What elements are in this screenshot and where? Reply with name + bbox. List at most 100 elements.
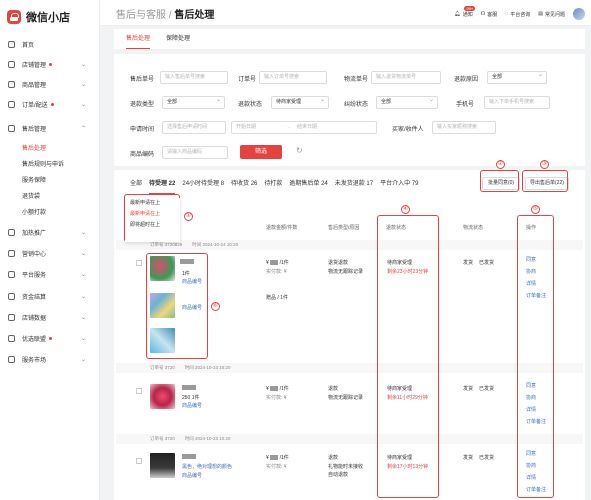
status-tab-unshipped[interactable]: 未发货退款 17	[335, 170, 373, 198]
chevron-down-icon: ⌄	[80, 229, 86, 236]
aftersale-no-input[interactable]: 输入售后单号搜索	[160, 71, 228, 84]
row-checkbox[interactable]	[136, 388, 142, 394]
sidebar-item-goods[interactable]: 商品管理 ⌄	[0, 76, 100, 92]
reason-select[interactable]: 全部	[487, 70, 547, 84]
sidebar-item-aftersale[interactable]: 售后管理 ⌃	[0, 120, 100, 136]
detail-link[interactable]: 详情	[526, 472, 546, 484]
sidebar-sub-aftersale-process[interactable]: 售后处理	[22, 143, 46, 152]
product-image[interactable]	[150, 453, 175, 478]
sidebar-item-promo[interactable]: 加热推广 ⌄	[0, 224, 100, 240]
product-name	[182, 454, 196, 460]
service-button[interactable]: ☊ 客服	[481, 11, 497, 18]
product-code-link[interactable]: 商品编号	[182, 278, 202, 285]
phone-input[interactable]: 输入下单手机号搜索	[484, 96, 550, 109]
union-icon	[8, 334, 15, 342]
gift-code-link[interactable]: 商品编号	[182, 304, 202, 311]
avatar[interactable]	[573, 8, 585, 20]
remark-link[interactable]: 订单备注	[526, 416, 546, 428]
date-range-input[interactable]: 开始日期 → 结束日期	[231, 121, 377, 134]
status-tab-all[interactable]: 全部	[130, 170, 142, 198]
agree-link[interactable]: 同意	[526, 448, 546, 460]
remaining-time: 剩余11小时29分钟	[387, 395, 428, 401]
row-checkbox[interactable]	[136, 458, 142, 464]
refund-status: 待商家受理	[387, 455, 413, 461]
negotiate-link[interactable]: 协商	[526, 266, 546, 278]
remark-link[interactable]: 订单备注	[526, 484, 546, 496]
sidebar-sub-return-bag[interactable]: 退货袋	[22, 191, 40, 200]
product-image[interactable]	[150, 256, 175, 281]
refund-amount: ¥ /1件	[266, 386, 289, 392]
export-button[interactable]: 导出售后单(22)	[525, 177, 569, 190]
sidebar-sub-guarantee[interactable]: 服务保障	[22, 175, 46, 184]
sort-option-newest[interactable]: 最新申请在上	[125, 209, 180, 220]
sort-current[interactable]: 最新申请在上	[125, 198, 180, 209]
status-tab-payment[interactable]: 待打款	[264, 170, 282, 198]
sidebar-item-orders[interactable]: 订单/配送 ⌄	[0, 96, 100, 112]
annotation-number-4: ④	[401, 205, 410, 214]
notice-button[interactable]: 🔔︎ 通知 99+	[454, 5, 476, 18]
sidebar-item-market[interactable]: 服务市场 ⌄	[0, 351, 100, 367]
sidebar-sub-small-payment[interactable]: 小额打款	[22, 207, 46, 216]
status-tab-receiving[interactable]: 待收货 26	[231, 170, 257, 198]
product-code-link[interactable]: 商品编号	[182, 472, 202, 479]
sidebar-item-home[interactable]: 首页	[0, 36, 100, 52]
agree-link[interactable]: 同意	[526, 380, 546, 392]
batch-agree-button[interactable]: 批量同意(0)	[482, 177, 520, 190]
label-buyer: 买家/收件人	[392, 127, 424, 133]
negotiate-link[interactable]: 协商	[526, 460, 546, 472]
sidebar-item-union[interactable]: 优选联盟 ⌄	[0, 330, 100, 346]
negotiate-link[interactable]: 协商	[526, 392, 546, 404]
product-code-link[interactable]: 商品编号	[182, 402, 202, 409]
sidebar-item-platform[interactable]: 平台服务 ⌄	[0, 266, 100, 282]
ops-column: 同意 协商 详情 订单备注	[526, 254, 546, 302]
platform-consult-button[interactable]: ◌ 平台咨询	[505, 11, 530, 18]
remark-link[interactable]: 订单备注	[526, 290, 546, 302]
notice-badge: 99+	[464, 5, 476, 11]
agree-link[interactable]: 同意	[526, 254, 546, 266]
apply-time-select[interactable]: 选择售后申请时间	[162, 121, 226, 134]
tab-guarantee[interactable]: 保障处理	[166, 29, 190, 49]
sidebar-item-finance[interactable]: 资金结算 ⌄	[0, 288, 100, 304]
sidebar-item-shop[interactable]: 店铺管理 ⌄	[0, 56, 100, 72]
gift-image[interactable]	[150, 293, 175, 318]
annotation-number-1: ①	[184, 212, 193, 221]
gift-line: 赠品 / 1件	[266, 295, 288, 301]
product-qty: 1件	[182, 271, 190, 277]
row-checkbox[interactable]	[136, 260, 142, 266]
gift-image[interactable]	[150, 328, 175, 353]
logistics-no-input[interactable]: 输入退货物流单号	[371, 71, 441, 84]
col-status: 退款状态	[386, 225, 407, 231]
sidebar-item-marketing[interactable]: 营销中心 ⌄	[0, 245, 100, 261]
faq-button[interactable]: ▤ 常见问题	[538, 11, 565, 18]
order-no-input[interactable]: 输入订单号搜索	[259, 71, 327, 84]
buyer-input[interactable]: 输入买家昵称搜索	[432, 121, 496, 134]
sort-dropdown[interactable]: 最新申请在上 最新申请在上 即将超时在上	[125, 198, 180, 242]
detail-link[interactable]: 详情	[526, 404, 546, 416]
status-tab-platform[interactable]: 平台介入中 79	[380, 170, 418, 198]
aftersale-table: 最新申请在上 最新申请在上 即将超时在上 退款金额/件数 售后类型/原因 退款状…	[114, 198, 585, 500]
sidebar-sub-rules[interactable]: 售后规则与申诉	[22, 159, 64, 168]
filter-button[interactable]: 筛选	[240, 145, 282, 159]
refund-type-select[interactable]: 全部	[162, 95, 225, 109]
detail-link[interactable]: 详情	[526, 278, 546, 290]
sidebar-item-data[interactable]: 店铺数据 ⌄	[0, 309, 100, 325]
ship-label: 发货	[463, 455, 474, 461]
reset-icon[interactable]: ↻	[296, 146, 303, 155]
status-tab-pending[interactable]: 待受理 22	[149, 170, 176, 198]
breadcrumb-parent[interactable]: 售后与客服 /	[116, 10, 172, 21]
red-dot	[49, 62, 53, 66]
goods-code-input[interactable]: 请输入商品编码	[162, 146, 228, 159]
refund-status-select[interactable]: 待商家受理	[271, 95, 329, 109]
status-tab-24h[interactable]: 24小时待受理 8	[182, 170, 224, 198]
product-desc: 黑色，绝对理想的颜色	[182, 464, 233, 470]
sort-option-timeout[interactable]: 即将超时在上	[125, 220, 180, 231]
headset-icon: ☊	[480, 11, 486, 17]
app-logo[interactable]: 微信小店	[0, 0, 99, 34]
label-refund-status: 退款状态	[238, 102, 263, 108]
tab-aftersale[interactable]: 售后处理	[126, 29, 151, 49]
product-image[interactable]	[150, 384, 175, 409]
refund-amount: ¥ /1件	[266, 455, 289, 461]
status-tab-overdue[interactable]: 逾期售后单 24	[289, 170, 327, 198]
dispute-select[interactable]: 全部	[376, 95, 438, 109]
data-icon	[8, 313, 15, 321]
